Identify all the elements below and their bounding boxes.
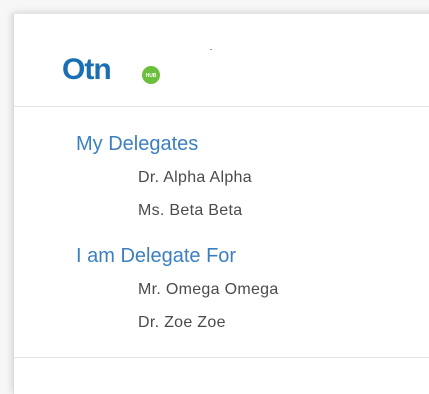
panel-header: Otn HUB bbox=[14, 14, 429, 107]
delegate-for-list: Mr. Omega Omega Dr. Zoe Zoe bbox=[76, 273, 279, 339]
delegates-panel: Otn HUB My Delegates Dr. Alpha Alpha Ms.… bbox=[13, 13, 429, 394]
logo-wordmark: Otn bbox=[62, 53, 111, 86]
delegate-for-title: I am Delegate For bbox=[76, 245, 237, 267]
my-delegates-list: Dr. Alpha Alpha Ms. Beta Beta bbox=[76, 161, 252, 227]
otn-hub-logo: Otn HUB bbox=[62, 53, 160, 86]
delegate-for-section: I am Delegate For Mr. Omega Omega Dr. Zo… bbox=[76, 244, 279, 339]
my-delegates-title: My Delegates bbox=[76, 133, 199, 155]
delegator-item[interactable]: Mr. Omega Omega bbox=[138, 273, 279, 306]
delegate-item[interactable]: Ms. Beta Beta bbox=[138, 194, 252, 227]
delegator-item[interactable]: Dr. Zoe Zoe bbox=[138, 306, 279, 339]
delegate-item[interactable]: Dr. Alpha Alpha bbox=[138, 161, 252, 194]
my-delegates-section: My Delegates Dr. Alpha Alpha Ms. Beta Be… bbox=[76, 132, 252, 227]
logo-badge-text: HUB bbox=[146, 73, 157, 79]
header-dot bbox=[210, 49, 212, 50]
footer-divider bbox=[14, 357, 429, 358]
